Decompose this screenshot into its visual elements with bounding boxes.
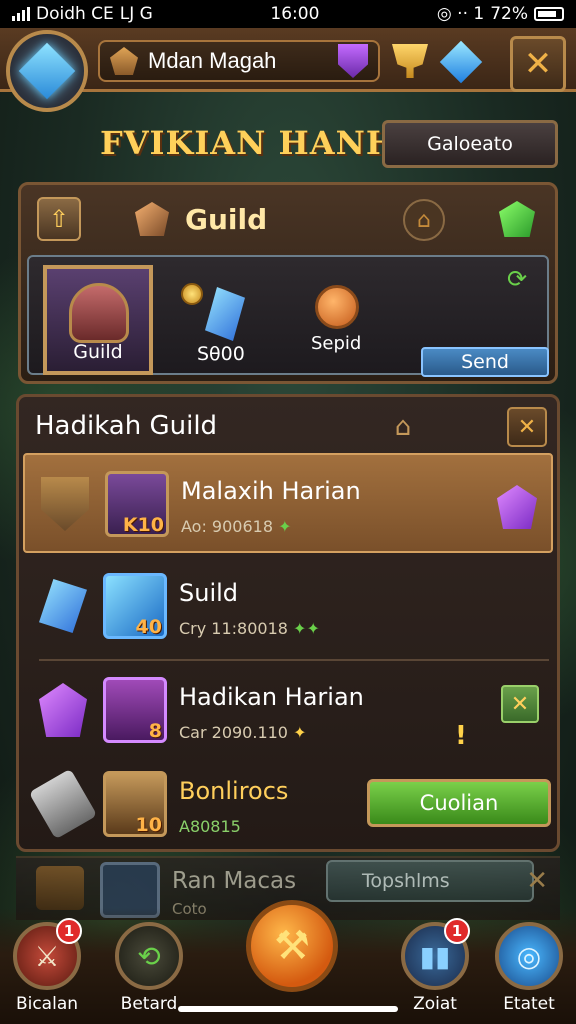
hero-label: Guild	[73, 341, 123, 363]
purple-gem-icon	[39, 683, 87, 737]
battery-icon	[533, 7, 564, 21]
hero-portrait[interactable]: Guild	[43, 265, 153, 375]
clock: 16:00	[270, 4, 320, 24]
item-stat: Cry 11:80018 ✦✦	[179, 619, 320, 638]
item-name: Suild	[179, 579, 239, 607]
nav-item-stats[interactable]: ▮▮ 1 Zoiat	[390, 918, 480, 1014]
nav-item-shop[interactable]: ⟲ Betard	[104, 922, 194, 1014]
lasso-icon: ⟲	[115, 922, 183, 990]
list-close-button[interactable]: ✕	[507, 407, 547, 447]
item-level: 10	[135, 814, 162, 836]
hammer-item-icon: 8	[103, 677, 167, 743]
item-name: Malaxih Harian	[181, 477, 361, 505]
player-name: Mdan Magah	[148, 48, 277, 73]
guild-hall-icon[interactable]: ⌂	[385, 409, 421, 445]
item-stat: Car 2090.110 ✦	[179, 723, 307, 742]
list-item[interactable]: 8 Hadikan Harian Car 2090.110 ✦ ✕	[23, 661, 553, 761]
crystal-icon	[39, 579, 87, 633]
player-name-plate[interactable]: Mdan Magah	[98, 40, 380, 82]
item-name: Hadikan Harian	[179, 683, 364, 711]
guild-hall-icon[interactable]: ⌂	[403, 199, 445, 241]
guild-list-panel: Hadikah Guild ⌂ ✕ K10 Malaxih Harian Ao:…	[16, 394, 560, 852]
guild-summary: Guild Sθ00 Sepid Send ⟳	[27, 255, 549, 377]
notification-badge: 1	[444, 918, 470, 944]
guild-panel: ⇧ Guild ⌂ Guild Sθ00 Sepid Send ⟳	[18, 182, 558, 384]
crystal-icon	[18, 42, 76, 100]
scroll-icon	[28, 768, 98, 840]
player-emblem[interactable]	[6, 30, 88, 112]
item-stat: A80815	[179, 817, 241, 836]
battery-percent: 72%	[490, 4, 528, 24]
crystal-icon	[205, 287, 245, 341]
status-bar: Doidh CE LJ G 16:00 ◎ ·· 1 72%	[0, 0, 576, 28]
nav-label: Etatet	[503, 994, 555, 1014]
close-button[interactable]: ✕	[510, 36, 566, 92]
coin-icon	[181, 283, 203, 305]
status-icons: ◎ ·· 1	[436, 4, 485, 24]
item-level: 8	[148, 720, 162, 742]
close-icon[interactable]: ✕	[526, 866, 548, 896]
orb-stat: Sepid	[311, 333, 362, 354]
send-button[interactable]: Send	[421, 347, 549, 377]
main-action-button[interactable]: ⚒	[246, 900, 338, 992]
remove-button[interactable]: ✕	[501, 685, 539, 723]
rank-gem-icon	[110, 47, 138, 75]
nav-item-battle[interactable]: ⚔ 1 Bicalan	[2, 918, 92, 1014]
nav-label: Bicalan	[15, 994, 79, 1014]
home-indicator[interactable]	[178, 1006, 398, 1012]
item-stat: Ao: 900618 ✦	[181, 517, 292, 536]
purple-shield-icon	[338, 44, 368, 78]
portal-icon: ◎	[495, 922, 563, 990]
purple-gem-icon[interactable]	[497, 485, 537, 529]
guild-header: ⇧ Guild ⌂	[21, 185, 555, 253]
crystal-stat: Sθ00	[197, 343, 245, 365]
item-level: 40	[135, 616, 162, 638]
item-level: K10	[122, 514, 164, 536]
network-label: LJ G	[119, 4, 153, 24]
knight-avatar	[69, 283, 129, 343]
up-arrow-button[interactable]: ⇧	[37, 197, 81, 241]
carrier-name: Doidh CE	[36, 4, 114, 24]
barrel-icon	[36, 866, 84, 910]
signal-icon	[12, 7, 30, 21]
guild-label: Guild	[185, 202, 268, 236]
ghost-button-label: Topshlms	[362, 870, 450, 892]
orange-orb-icon	[315, 285, 359, 329]
alert-icon: !	[455, 721, 467, 751]
list-item[interactable]: 10 Bonlirocs A80815 Cuolian !	[23, 721, 553, 849]
cannon-item-icon: 10	[103, 771, 167, 837]
confirm-button[interactable]: Cuolian	[367, 779, 551, 827]
notification-badge: 1	[56, 918, 82, 944]
trophy-icon[interactable]	[392, 44, 428, 78]
list-title: Hadikah Guild	[35, 411, 218, 441]
list-item[interactable]: 40 Suild Cry 11:80018 ✦✦	[23, 557, 553, 657]
item-name: Ran Macas	[172, 868, 297, 894]
refresh-icon[interactable]: ⟳	[507, 265, 535, 293]
guild-gem-icon	[135, 202, 169, 236]
shield-icon	[41, 477, 89, 531]
blue-gem-icon[interactable]	[439, 40, 483, 84]
crystal-item-icon: 40	[103, 573, 167, 639]
axe-item-icon: K10	[105, 471, 169, 537]
header-action-button[interactable]: Galoeato	[382, 120, 558, 168]
hammer-icon: ⚒	[274, 923, 310, 969]
currency-icons	[392, 40, 483, 84]
item-name: Bonlirocs	[179, 777, 289, 805]
nav-item-portal[interactable]: ◎ Etatet	[484, 922, 574, 1014]
nav-label: Zoiat	[413, 994, 457, 1014]
ghost-action-button[interactable]: Topshlms	[326, 860, 534, 902]
list-item[interactable]: K10 Malaxih Harian Ao: 900618 ✦	[23, 453, 553, 553]
green-gem-icon[interactable]	[499, 201, 535, 237]
